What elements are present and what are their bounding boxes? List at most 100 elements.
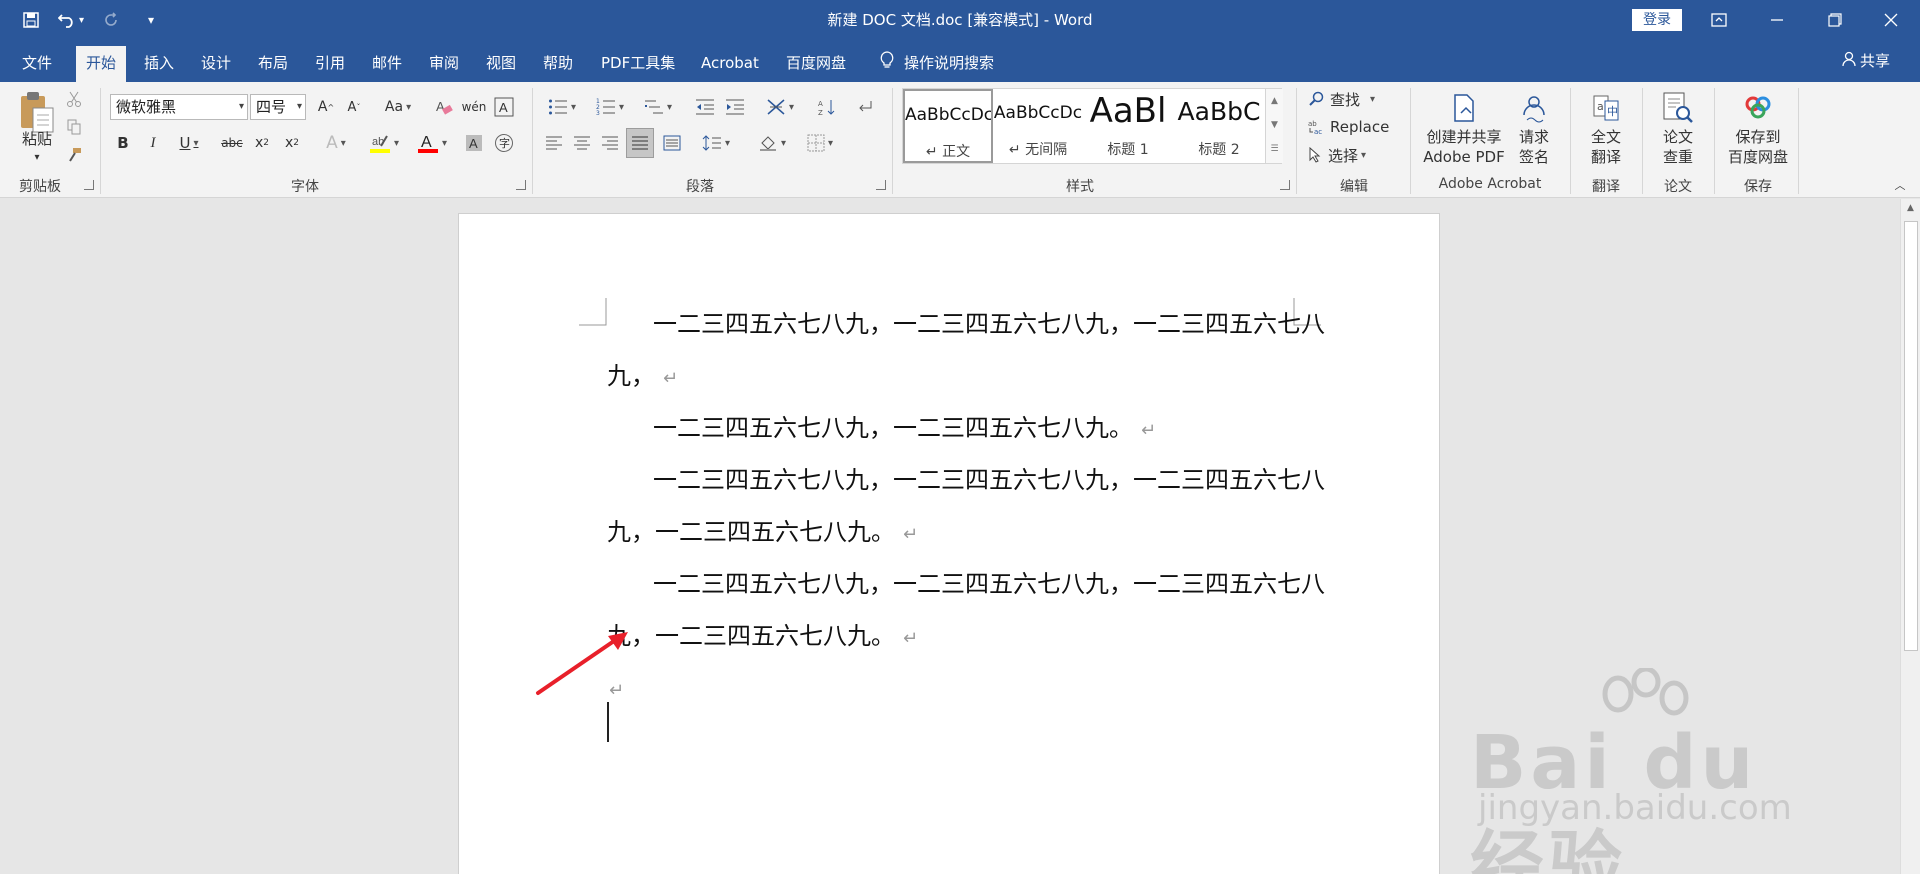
distributed-icon[interactable] bbox=[660, 130, 684, 156]
sort-icon[interactable]: AZ bbox=[814, 94, 840, 120]
paper-check-line2[interactable]: 查重 bbox=[1654, 148, 1702, 167]
line-spacing-icon[interactable]: ▾ bbox=[696, 130, 736, 156]
scrollbar-thumb[interactable] bbox=[1904, 221, 1918, 651]
baidu-netdisk-icon[interactable] bbox=[1738, 90, 1778, 124]
create-pdf-label-line2[interactable]: Adobe PDF bbox=[1418, 148, 1510, 167]
tab-file[interactable]: 文件 bbox=[12, 46, 62, 82]
minimize-icon[interactable] bbox=[1748, 0, 1806, 40]
plagiarism-check-icon[interactable] bbox=[1658, 90, 1698, 126]
request-signature-line1[interactable]: 请求 bbox=[1512, 128, 1556, 147]
translate-label-line2[interactable]: 翻译 bbox=[1582, 148, 1630, 167]
tab-help[interactable]: 帮助 bbox=[533, 46, 583, 82]
decrease-indent-icon[interactable] bbox=[692, 94, 718, 120]
show-formatting-marks-icon[interactable] bbox=[852, 94, 878, 120]
create-pdf-label-line1[interactable]: 创建并共享 bbox=[1418, 128, 1510, 147]
redo-icon[interactable] bbox=[98, 7, 124, 33]
shading-icon[interactable]: ▾ bbox=[752, 130, 792, 156]
align-center-icon[interactable] bbox=[570, 130, 594, 156]
align-right-icon[interactable] bbox=[598, 130, 622, 156]
highlight-color-icon[interactable]: ab ▾ bbox=[364, 130, 404, 156]
paste-dropdown-icon[interactable]: ▾ bbox=[14, 148, 60, 167]
request-signature-line2[interactable]: 签名 bbox=[1512, 148, 1556, 167]
phonetic-guide-icon[interactable]: wén bbox=[462, 94, 487, 120]
save-baidu-line1[interactable]: 保存到 bbox=[1718, 128, 1798, 147]
numbering-icon[interactable]: 1 2 3 ▾ bbox=[590, 94, 630, 120]
save-icon[interactable] bbox=[18, 7, 44, 33]
style-no-spacing[interactable]: AaBbCcDc ↵ 无间隔 bbox=[993, 89, 1083, 163]
tab-insert[interactable]: 插入 bbox=[134, 46, 184, 82]
undo-icon[interactable]: ▾ bbox=[58, 7, 84, 33]
tab-home[interactable]: 开始 bbox=[76, 46, 127, 82]
replace-button[interactable]: ab ac Replace bbox=[1308, 116, 1389, 138]
ribbon-display-options-icon[interactable] bbox=[1690, 0, 1748, 40]
translate-label-line1[interactable]: 全文 bbox=[1582, 128, 1630, 147]
font-launcher-icon[interactable] bbox=[516, 180, 526, 190]
tell-me-search[interactable]: 操作说明搜索 bbox=[870, 46, 1004, 82]
customize-icon[interactable]: ▾ bbox=[138, 7, 164, 33]
paragraph-launcher-icon[interactable] bbox=[876, 180, 886, 190]
chinese-layout-icon[interactable]: ▾ bbox=[760, 94, 800, 120]
character-shading-icon[interactable]: A bbox=[462, 130, 486, 156]
italic-icon[interactable]: I bbox=[142, 130, 164, 156]
style-normal[interactable]: AaBbCcDc ↵ 正文 bbox=[903, 89, 993, 163]
format-painter-icon[interactable] bbox=[64, 144, 84, 166]
change-case-button[interactable]: Aa ▾ bbox=[378, 94, 418, 120]
font-color-icon[interactable]: A ▾ bbox=[412, 130, 452, 156]
login-button[interactable]: 登录 bbox=[1632, 9, 1682, 31]
bullets-icon[interactable]: ▾ bbox=[542, 94, 582, 120]
tab-mailings[interactable]: 邮件 bbox=[362, 46, 412, 82]
style-sample: AaBl bbox=[1089, 91, 1167, 131]
close-icon[interactable] bbox=[1862, 0, 1920, 40]
clipboard-launcher-icon[interactable] bbox=[84, 180, 94, 190]
share-button[interactable]: 共享 bbox=[1842, 40, 1890, 82]
font-name-combo[interactable]: 微软雅黑 ▾ bbox=[110, 94, 248, 120]
create-pdf-icon[interactable] bbox=[1446, 92, 1482, 124]
tab-acrobat[interactable]: Acrobat bbox=[691, 46, 769, 82]
tab-references[interactable]: 引用 bbox=[305, 46, 355, 82]
character-border-icon[interactable]: A bbox=[492, 94, 516, 120]
strikethrough-icon[interactable]: abc bbox=[218, 130, 246, 156]
tab-layout[interactable]: 布局 bbox=[248, 46, 298, 82]
tab-view[interactable]: 视图 bbox=[476, 46, 526, 82]
increase-indent-icon[interactable] bbox=[722, 94, 748, 120]
clear-formatting-icon[interactable]: A bbox=[432, 94, 456, 120]
request-signature-icon[interactable] bbox=[1516, 92, 1552, 124]
text-effects-icon[interactable]: A ▾ bbox=[318, 130, 354, 156]
cut-icon[interactable] bbox=[64, 88, 84, 110]
styles-gallery-scroll[interactable]: ▲ ▼ ☰ bbox=[1265, 89, 1283, 163]
paste-label[interactable]: 粘贴 bbox=[14, 130, 60, 149]
tab-pdf-tools[interactable]: PDF工具集 bbox=[591, 46, 685, 82]
style-heading-1[interactable]: AaBl 标题 1 bbox=[1083, 89, 1173, 163]
multilevel-list-icon[interactable]: ▾ bbox=[638, 94, 678, 120]
more-styles-icon[interactable]: ☰ bbox=[1266, 137, 1283, 161]
subscript-icon[interactable]: x2 bbox=[250, 130, 274, 156]
borders-icon[interactable]: ▾ bbox=[800, 130, 840, 156]
restore-icon[interactable] bbox=[1806, 0, 1864, 40]
enclose-characters-icon[interactable]: 字 bbox=[492, 130, 516, 156]
select-button[interactable]: 选择 ▾ bbox=[1308, 144, 1366, 166]
chevron-up-icon[interactable]: ▲ bbox=[1266, 89, 1283, 113]
translate-icon[interactable]: a中 bbox=[1588, 92, 1624, 124]
vertical-scrollbar[interactable]: ▲ bbox=[1900, 199, 1920, 874]
style-heading-2[interactable]: AaBbC 标题 2 bbox=[1173, 89, 1265, 163]
shrink-font-icon[interactable]: Aˇ bbox=[342, 94, 366, 120]
document-page[interactable]: 一二三四五六七八九，一二三四五六七八九，一二三四五六七八 九， ↵ 一二三四五六七… bbox=[458, 213, 1440, 874]
scroll-up-icon[interactable]: ▲ bbox=[1901, 199, 1920, 217]
tab-design[interactable]: 设计 bbox=[191, 46, 241, 82]
underline-icon[interactable]: U ▾ bbox=[172, 130, 206, 156]
collapse-ribbon-icon[interactable]: ︿ bbox=[1890, 178, 1910, 192]
align-left-icon[interactable] bbox=[542, 130, 566, 156]
tab-review[interactable]: 审阅 bbox=[419, 46, 469, 82]
copy-icon[interactable] bbox=[64, 116, 84, 138]
save-baidu-line2[interactable]: 百度网盘 bbox=[1718, 148, 1798, 167]
find-button[interactable]: 查找 ▾ bbox=[1308, 88, 1375, 110]
grow-font-icon[interactable]: A ^ bbox=[314, 94, 338, 120]
tab-baidu-netdisk[interactable]: 百度网盘 bbox=[776, 46, 856, 82]
chevron-down-icon[interactable]: ▼ bbox=[1266, 113, 1283, 137]
paper-check-line1[interactable]: 论文 bbox=[1654, 128, 1702, 147]
bold-icon[interactable]: B bbox=[112, 130, 134, 156]
justify-icon[interactable] bbox=[626, 128, 654, 158]
font-size-combo[interactable]: 四号 ▾ bbox=[250, 94, 306, 120]
superscript-icon[interactable]: x2 bbox=[280, 130, 304, 156]
styles-launcher-icon[interactable] bbox=[1280, 180, 1290, 190]
